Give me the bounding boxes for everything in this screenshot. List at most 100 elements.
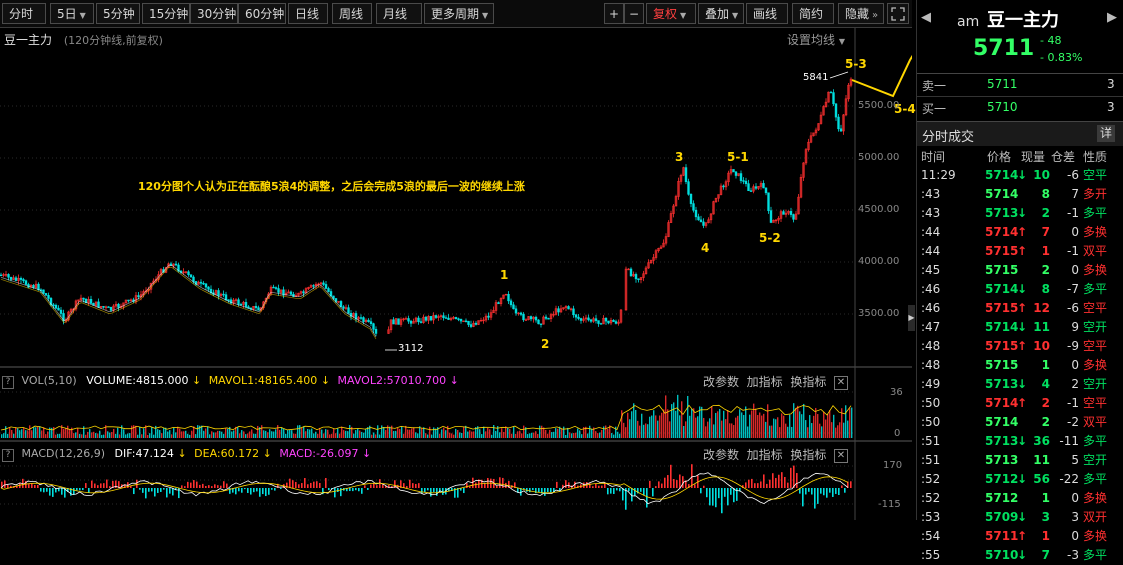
volume-bar (627, 412, 629, 438)
panel-collapse-handle[interactable]: ▶ (908, 305, 915, 331)
volume-bar (285, 433, 287, 438)
macd-bar (673, 479, 675, 488)
macd-bar (844, 488, 846, 493)
candle-body (409, 320, 413, 324)
volume-bar (819, 423, 821, 438)
volume-bar (305, 431, 307, 438)
overlay-button[interactable]: 叠加 ▼ (698, 3, 744, 24)
tab-weekly[interactable]: 周线 (332, 3, 372, 24)
macd-bar (304, 478, 306, 488)
volume-bar (733, 425, 735, 438)
tab-60min[interactable]: 60分钟 (238, 3, 286, 24)
volume-bar (339, 433, 341, 438)
candle-body (537, 319, 540, 325)
volume-bar (303, 426, 305, 438)
volume-bar (1, 434, 3, 438)
zoom-out-button[interactable]: − (624, 3, 644, 24)
tab-30min[interactable]: 30分钟 (190, 3, 238, 24)
help-icon[interactable]: ? (2, 449, 14, 462)
volume-bar (665, 395, 667, 438)
volume-bar (821, 426, 823, 438)
vol-params-button[interactable]: 改参数 (703, 375, 739, 389)
volume-bar (135, 425, 137, 438)
trades-column-headers: 时间 价格 现量 仓差 性质 (917, 148, 1123, 167)
candle-body (82, 297, 85, 300)
macd-add-indicator-button[interactable]: 加指标 (747, 448, 783, 462)
candle-body (519, 312, 523, 315)
candle-body (289, 291, 293, 295)
macd-bar (238, 488, 240, 492)
tab-5min[interactable]: 5分钟 (96, 3, 140, 24)
help-icon[interactable]: ? (2, 376, 14, 389)
fullscreen-button[interactable] (887, 3, 909, 24)
trade-nature: 双平 (1083, 244, 1108, 258)
volume-bar (689, 415, 691, 438)
volume-bar (205, 428, 207, 438)
volume-bar (357, 428, 359, 438)
volume-bar (27, 430, 29, 438)
dea-value: DEA:60.172 (194, 447, 260, 460)
candle-body (187, 271, 190, 275)
volume-bar (237, 426, 239, 438)
mavol1-value: MAVOL1:48165.400 (208, 374, 318, 387)
trade-price: 5713 (985, 434, 1019, 448)
volume-bar (353, 433, 355, 438)
candle-body (217, 290, 220, 296)
macd-bar (640, 488, 642, 492)
volume-bar (491, 434, 493, 438)
trade-row: :50 5714 ↑ 2 -1 空平 (917, 394, 1123, 413)
fuquan-button[interactable]: 复权 ▼ (646, 3, 696, 24)
zoom-in-button[interactable]: + (604, 3, 624, 24)
next-contract-button[interactable]: ▶ (1107, 10, 1117, 25)
tab-daily[interactable]: 日线 (288, 3, 328, 24)
candle-body (837, 116, 840, 130)
macd-switch-indicator-button[interactable]: 换指标 (790, 448, 826, 462)
candle-body (834, 103, 838, 118)
volume-bar (813, 415, 815, 438)
candle-body (207, 286, 210, 290)
volume-bar (777, 417, 779, 438)
macd-label: MACD(12,26,9) (21, 447, 106, 460)
volume-bar (35, 427, 37, 438)
tab-5day[interactable]: 5日 ▼ (50, 3, 94, 24)
tab-monthly[interactable]: 月线 (376, 3, 422, 24)
volume-bar (483, 426, 485, 438)
volume-bar (823, 411, 825, 438)
double-chevron-right-icon: » (872, 10, 879, 21)
volume-bar (317, 433, 319, 438)
volume-bar (431, 434, 433, 438)
tab-15min[interactable]: 15分钟 (142, 3, 190, 24)
detail-button[interactable]: 详 (1097, 125, 1115, 142)
macd-bar (421, 488, 423, 494)
macd-params-button[interactable]: 改参数 (703, 448, 739, 462)
vol-add-indicator-button[interactable]: 加指标 (747, 375, 783, 389)
simple-button[interactable]: 简约 (792, 3, 834, 24)
macd-bar (334, 488, 336, 498)
trade-nature: 多换 (1083, 263, 1108, 277)
volume-bar (335, 433, 337, 438)
close-icon[interactable]: ✕ (833, 448, 848, 463)
tab-fenshi[interactable]: 分时 (2, 3, 46, 24)
volume-bar (293, 433, 295, 438)
volume-bar (701, 406, 703, 438)
drawline-button[interactable]: 画线 (746, 3, 788, 24)
tab-more-periods[interactable]: 更多周期 ▼ (424, 3, 494, 24)
candle-body (597, 320, 600, 324)
prev-contract-button[interactable]: ◀ (921, 10, 931, 25)
volume-bar (457, 430, 459, 438)
macd-bar (40, 488, 42, 492)
trade-price: 5715 (985, 244, 1019, 258)
close-icon[interactable]: ✕ (833, 375, 848, 390)
candle-body (782, 211, 785, 215)
ma-setting-button[interactable]: 设置均线 ▼ (787, 31, 845, 48)
hide-button[interactable]: 隐藏» (838, 3, 884, 24)
vol-switch-indicator-button[interactable]: 换指标 (790, 375, 826, 389)
trade-row: :52 5712 1 0 多换 (917, 489, 1123, 508)
candle-body (509, 300, 513, 306)
volume-bar (173, 427, 175, 438)
volume-bar (17, 428, 19, 438)
volume-bar (153, 434, 155, 438)
last-price: 5711 (973, 36, 1035, 61)
trade-volume: 11 (1033, 320, 1050, 334)
macd-bar (502, 477, 504, 488)
